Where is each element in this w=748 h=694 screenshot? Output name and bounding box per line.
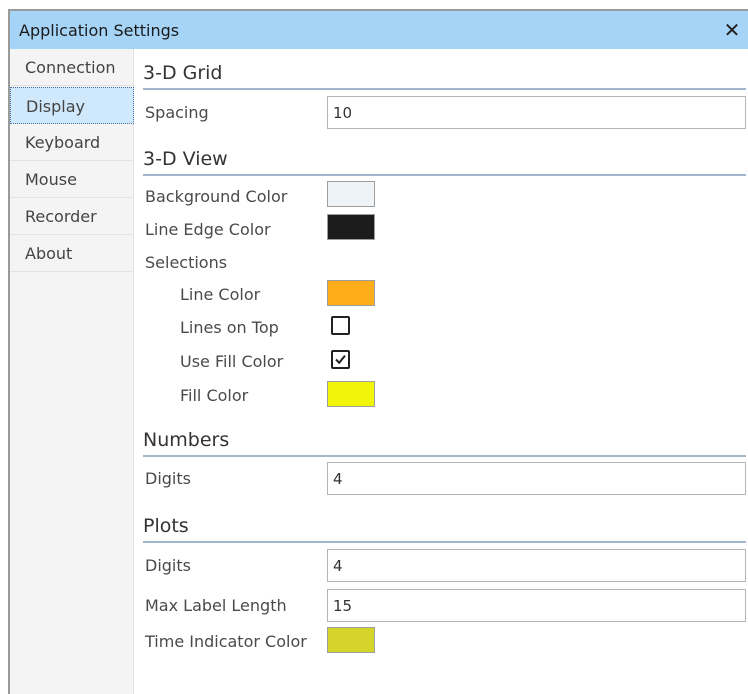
sidebar-item-keyboard[interactable]: Keyboard [10,124,134,161]
section-plots-header: Plots [143,515,746,543]
background-color-label: Background Color [145,187,288,206]
sidebar-item-about[interactable]: About [10,235,134,272]
sidebar-item-mouse[interactable]: Mouse [10,161,134,198]
time-indicator-color-swatch[interactable] [327,627,375,653]
lines-on-top-checkbox[interactable] [331,316,350,335]
use-fill-color-label: Use Fill Color [180,352,284,371]
settings-window: Application Settings ✕ Connection Displa… [8,9,748,694]
section-3d-view-header: 3-D View [143,148,746,176]
section-numbers-header: Numbers [143,429,746,457]
max-label-length-label: Max Label Length [145,596,287,615]
selections-label: Selections [145,253,228,272]
background-color-swatch[interactable] [327,181,375,207]
line-color-label: Line Color [180,285,261,304]
checkmark-icon [335,354,346,365]
sidebar-item-display[interactable]: Display [10,87,134,124]
window-title: Application Settings [19,21,180,40]
title-bar: Application Settings ✕ [10,11,748,49]
fill-color-label: Fill Color [180,386,249,405]
lines-on-top-label: Lines on Top [180,318,279,337]
numbers-digits-input[interactable]: 4 [327,462,746,495]
plots-digits-label: Digits [145,556,191,575]
spacing-input[interactable]: 10 [327,96,746,129]
line-color-swatch[interactable] [327,280,375,306]
sidebar-item-recorder[interactable]: Recorder [10,198,134,235]
numbers-digits-label: Digits [145,469,191,488]
sidebar-item-connection[interactable]: Connection [10,49,134,86]
section-3d-grid-header: 3-D Grid [143,62,746,90]
spacing-label: Spacing [145,103,209,122]
fill-color-swatch[interactable] [327,381,375,407]
max-label-length-input[interactable]: 15 [327,589,746,622]
line-edge-color-swatch[interactable] [327,214,375,240]
time-indicator-color-label: Time Indicator Color [145,632,307,651]
line-edge-color-label: Line Edge Color [145,220,271,239]
close-icon[interactable]: ✕ [720,18,744,42]
settings-sidebar: Connection Display Keyboard Mouse Record… [10,49,134,694]
plots-digits-input[interactable]: 4 [327,549,746,582]
use-fill-color-checkbox[interactable] [331,350,350,369]
